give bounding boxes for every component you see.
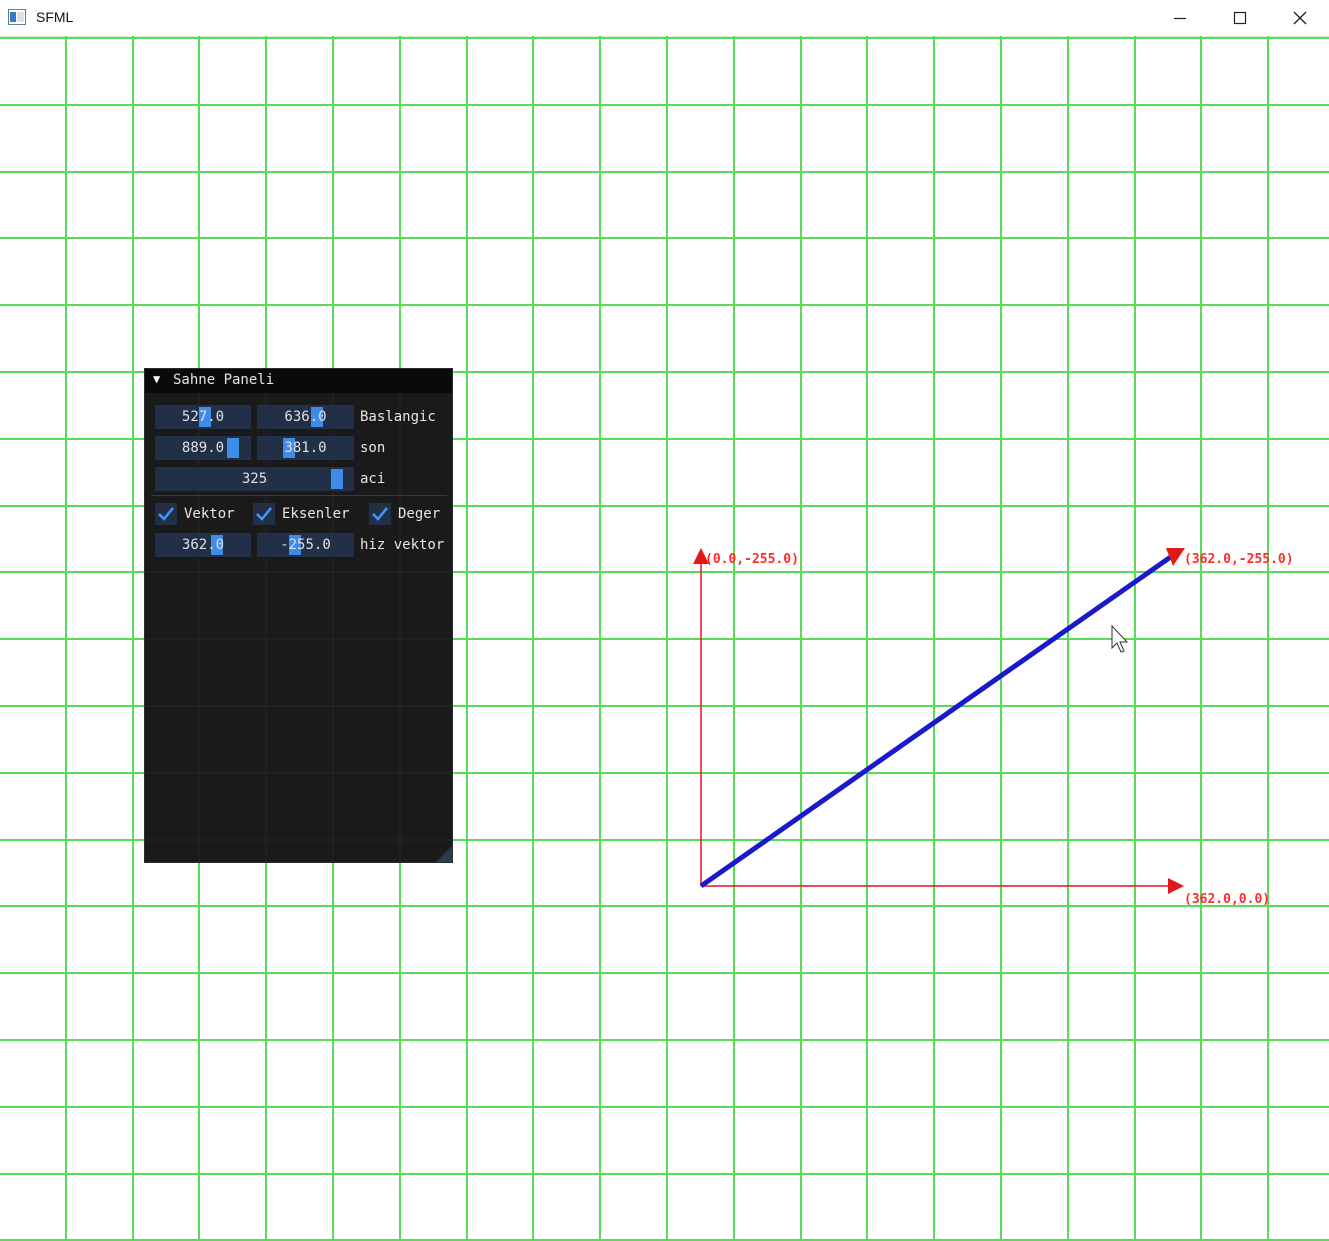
minimize-icon — [1174, 17, 1186, 20]
deger-checkbox[interactable] — [369, 503, 391, 525]
window-title: SFML — [36, 9, 74, 25]
son-x-drag[interactable]: 889.0 — [155, 436, 251, 460]
hiz-y-value: -255.0 — [280, 537, 331, 553]
minimize-button[interactable] — [1150, 0, 1210, 36]
baslangic-y-drag[interactable]: 636.0 — [257, 405, 354, 429]
son-y-value: 381.0 — [284, 440, 327, 456]
y-axis-end-label: (0.0,-255.0) — [705, 552, 799, 567]
vektor-checkbox[interactable] — [155, 503, 177, 525]
deger-checkbox-label: Deger — [398, 506, 441, 522]
panel-background-grid — [145, 393, 452, 862]
son-x-value: 889.0 — [181, 440, 225, 456]
hiz-y-drag[interactable]: -255.0 — [257, 533, 354, 557]
scene-panel[interactable]: ▼ Sahne Paneli 527.0 636.0 Baslangic 889… — [144, 368, 453, 863]
x-axis-end-label: (362.0,0.0) — [1184, 892, 1270, 907]
baslangic-y-value: 636.0 — [284, 409, 327, 425]
son-label: son — [360, 440, 386, 456]
drag-grab — [227, 438, 239, 458]
mouse-cursor-icon — [1111, 624, 1129, 653]
checkmark-icon — [158, 507, 174, 521]
close-button[interactable] — [1270, 0, 1329, 36]
hiz-vektor-label: hiz vektor — [360, 537, 445, 553]
aci-label: aci — [360, 471, 386, 487]
close-icon — [1293, 11, 1307, 25]
title-bar: SFML — [0, 0, 1329, 37]
resize-grip[interactable] — [436, 846, 452, 862]
checkmark-icon — [372, 507, 388, 521]
panel-header[interactable]: ▼ Sahne Paneli — [145, 369, 452, 393]
baslangic-x-value: 527.0 — [181, 409, 225, 425]
baslangic-x-drag[interactable]: 527.0 — [155, 405, 251, 429]
slider-grab[interactable] — [331, 469, 343, 489]
checkmark-icon — [256, 507, 272, 521]
vector-end-label: (362.0,-255.0) — [1184, 552, 1294, 567]
hiz-x-drag[interactable]: 362.0 — [155, 533, 251, 557]
maximize-icon — [1233, 11, 1247, 25]
separator — [151, 495, 447, 496]
hiz-x-value: 362.0 — [181, 537, 225, 553]
app-icon — [8, 9, 26, 25]
vektor-checkbox-label: Vektor — [184, 506, 235, 522]
maximize-button[interactable] — [1210, 0, 1270, 36]
x-axis-arrowhead — [1168, 878, 1184, 894]
collapse-triangle-icon[interactable]: ▼ — [153, 372, 160, 386]
panel-title: Sahne Paneli — [173, 372, 275, 388]
aci-slider[interactable]: 325 — [155, 467, 354, 491]
aci-value: 325 — [241, 471, 268, 487]
eksenler-checkbox[interactable] — [253, 503, 275, 525]
velocity-vector-line — [699, 553, 1174, 889]
baslangic-label: Baslangic — [360, 409, 436, 425]
eksenler-checkbox-label: Eksenler — [282, 506, 350, 522]
son-y-drag[interactable]: 381.0 — [257, 436, 354, 460]
